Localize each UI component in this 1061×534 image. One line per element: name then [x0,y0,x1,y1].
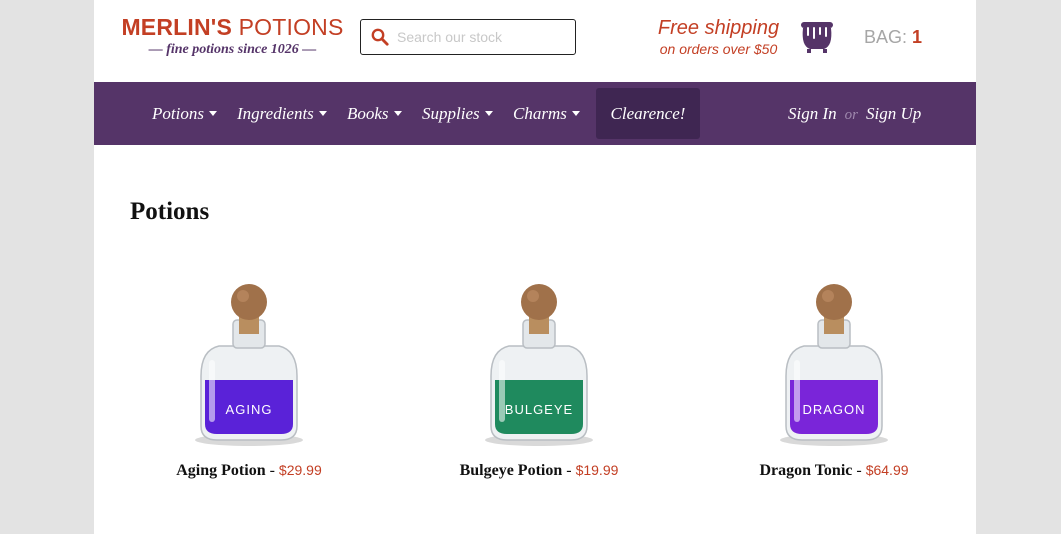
logo-title: MERLIN'S POTIONS [120,14,345,41]
caret-down-icon [318,110,327,116]
bottle-shine [209,360,215,422]
product-price: $19.99 [575,462,619,478]
bottle-shine [794,360,800,422]
bottle-label-text: BULGEYE [505,402,573,417]
product-name[interactable]: Dragon Tonic [759,462,852,479]
caret-down-icon [393,110,402,116]
page-title: Potions [130,198,210,225]
product-caption: Aging Potion - $29.99 [129,462,369,480]
product-card[interactable]: DRAGON Dragon Tonic - $64.99 [714,280,954,480]
product-price: $64.99 [865,462,909,478]
product-card[interactable]: BULGEYE Bulgeye Potion - $19.99 [419,280,659,480]
nav-item-supplies[interactable]: Supplies [422,82,493,145]
caret-down-icon [484,110,493,116]
potion-bottle-image[interactable]: DRAGON [774,280,894,450]
potion-bottle-image[interactable]: AGING [189,280,309,450]
product-card[interactable]: AGING Aging Potion - $29.99 [129,280,369,480]
shipping-headline: Free shipping [657,17,780,39]
search-icon [371,28,389,46]
shipping-detail: on orders over $50 [659,41,778,57]
nav-item-potions[interactable]: Potions [152,82,217,145]
bottle-cork [231,284,267,320]
shipping-promo: Free shipping on orders over $50 [652,17,785,57]
sign-in-link[interactable]: Sign In [788,104,837,123]
main-nav: Potions Ingredients Books Supplies Charm… [94,82,976,145]
cork-highlight [527,290,539,302]
nav-item-clearance[interactable]: Clearence! [596,88,700,139]
search-box[interactable] [360,19,576,55]
product-name[interactable]: Bulgeye Potion [460,462,563,479]
price-separator: - [562,462,576,479]
product-caption: Bulgeye Potion - $19.99 [419,462,659,480]
bottle-label-text: DRAGON [802,402,865,417]
product-name[interactable]: Aging Potion [176,462,265,479]
auth-separator: or [844,107,858,123]
product-price: $29.99 [278,462,322,478]
caret-down-icon [571,110,580,116]
nav-item-label: Potions [152,104,204,123]
logo-title-bold: MERLIN'S [121,14,233,40]
nav-item-label: Books [347,104,389,123]
price-separator: - [852,462,866,479]
product-caption: Dragon Tonic - $64.99 [714,462,954,480]
shopping-bag[interactable]: BAG: 1 [864,27,922,48]
bottle-label-text: AGING [226,402,273,417]
cauldron-icon[interactable] [799,20,835,54]
cork-highlight [237,290,249,302]
nav-item-ingredients[interactable]: Ingredients [237,82,327,145]
nav-item-books[interactable]: Books [347,82,402,145]
search-input[interactable] [397,20,569,54]
bag-label: BAG: [864,27,908,47]
bag-count: 1 [912,27,923,47]
sign-up-link[interactable]: Sign Up [866,104,921,123]
nav-item-label: Ingredients [237,104,314,123]
logo-tagline: — fine potions since 1026 — [148,42,317,57]
price-separator: - [265,462,279,479]
caret-down-icon [208,110,217,116]
bottle-cork [816,284,852,320]
cork-highlight [822,290,834,302]
auth-links: Sign In or Sign Up [788,82,921,145]
logo-title-rest: POTIONS [232,14,344,40]
potion-bottle-image[interactable]: BULGEYE [479,280,599,450]
page: MERLIN'S POTIONS — fine potions since 10… [94,0,976,534]
bottle-cork [521,284,557,320]
site-logo[interactable]: MERLIN'S POTIONS — fine potions since 10… [120,14,345,58]
nav-item-label: Supplies [422,104,480,123]
nav-item-label: Charms [513,104,567,123]
nav-item-charms[interactable]: Charms [513,82,580,145]
